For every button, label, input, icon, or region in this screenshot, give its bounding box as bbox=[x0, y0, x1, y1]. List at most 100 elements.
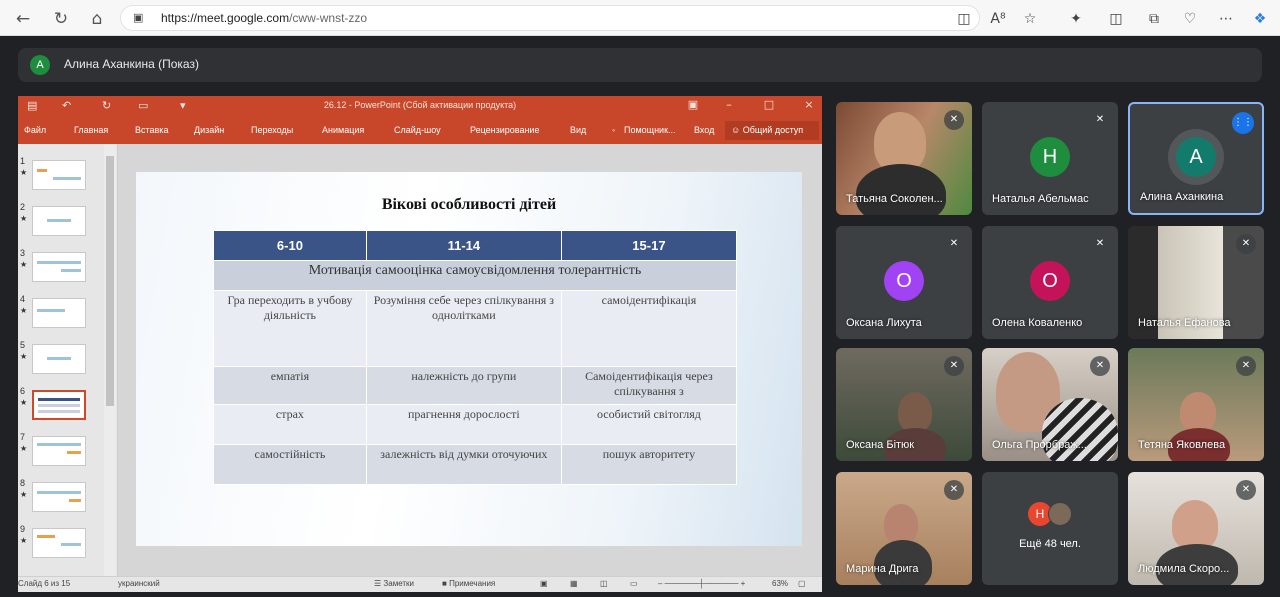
tab-signin[interactable]: Вход bbox=[694, 125, 714, 135]
more-icon[interactable]: ⋯ bbox=[1216, 9, 1236, 29]
ppt-ribbon: Файл Главная Вставка Дизайн Переходы Ани… bbox=[18, 118, 822, 144]
share-label: Общий доступ bbox=[742, 125, 804, 135]
participant-tile[interactable]: ✕ О Оксана Лихута bbox=[836, 226, 972, 339]
slide-thumbnail[interactable] bbox=[32, 206, 86, 236]
slide-thumbnail-active[interactable] bbox=[32, 390, 86, 420]
table-cell: належність до групи bbox=[365, 366, 562, 405]
reading-view-icon[interactable]: ◫ bbox=[600, 579, 608, 588]
powerpoint-window: ▤ ↶ ↻ ▭ ▾ 26.12 - PowerPoint (Сбой актив… bbox=[18, 96, 822, 592]
participant-tile[interactable]: ✕ Наталья Ефанова bbox=[1128, 226, 1264, 339]
fit-to-window-icon[interactable]: ▢ bbox=[798, 579, 806, 588]
current-slide[interactable]: Вікові особливості дітей 6-10 11-14 15-1… bbox=[136, 172, 802, 546]
sorter-view-icon[interactable]: ▦ bbox=[570, 579, 578, 588]
zoom-slider[interactable]: – ──────┼────── + bbox=[658, 579, 745, 588]
participant-name: Ольга Прорбраж... bbox=[992, 439, 1087, 451]
slide-thumbnail[interactable] bbox=[32, 252, 86, 282]
home-icon[interactable]: ⌂ bbox=[86, 8, 108, 30]
collections-icon[interactable]: ⧉ bbox=[1144, 9, 1164, 29]
tab-assistant[interactable]: Помощник... bbox=[624, 125, 676, 135]
participant-tile[interactable]: ✕ Татьяна Соколен... bbox=[836, 102, 972, 215]
table-header: 15-17 bbox=[560, 230, 738, 261]
minimize-icon[interactable]: – bbox=[720, 98, 738, 111]
more-participants-label: Ещё 48 чел. bbox=[1019, 538, 1081, 550]
meet-area: А Алина Аханкина (Показ) ▤ ↶ ↻ ▭ ▾ 26.12… bbox=[0, 36, 1280, 597]
table-cell: прагнення дорослості bbox=[365, 404, 562, 445]
tab-home[interactable]: Главная bbox=[74, 125, 108, 135]
ppt-status-bar: Слайд 6 из 15 украинский ☰ Заметки ■ При… bbox=[18, 576, 822, 592]
participant-tile[interactable]: ✕ Ольга Прорбраж... bbox=[982, 348, 1118, 461]
participant-tile[interactable]: ✕ Людмила Скоро... bbox=[1128, 472, 1264, 585]
performance-icon[interactable]: ♡ bbox=[1180, 9, 1200, 29]
language-status[interactable]: украинский bbox=[118, 579, 160, 588]
refresh-icon[interactable]: ↻ bbox=[50, 8, 72, 30]
participant-avatar: О bbox=[884, 261, 924, 301]
participant-avatar: А bbox=[1176, 137, 1216, 177]
slide-thumbnail[interactable] bbox=[32, 482, 86, 512]
split-icon[interactable]: ◫ bbox=[1106, 9, 1126, 29]
participant-tile-speaking[interactable]: А ⋮⋮ Алина Аханкина bbox=[1128, 102, 1264, 215]
thumbnail-pane: 1 ★ 2 ★ 3 ★ 4 ★ 5 ★ 6 ★ 7 ★ 8 ★ 9 ★ bbox=[18, 144, 118, 576]
table-cell: страх bbox=[213, 404, 367, 445]
favorite-icon[interactable]: ☆ bbox=[1020, 9, 1040, 29]
more-participants-avatars: Н bbox=[1028, 502, 1074, 526]
read-aloud-icon[interactable]: A⁸ bbox=[988, 9, 1008, 29]
extensions-icon[interactable]: ✦ bbox=[1066, 9, 1086, 29]
camera-icon[interactable]: ◫ bbox=[954, 9, 974, 29]
participant-tile[interactable]: ✕ О Олена Коваленко bbox=[982, 226, 1118, 339]
participant-avatar: О bbox=[1030, 261, 1070, 301]
slide-thumbnail[interactable] bbox=[32, 528, 86, 558]
participant-tile[interactable]: ✕ Тетяна Яковлева bbox=[1128, 348, 1264, 461]
participant-name: Оксана Бітюк bbox=[846, 439, 915, 451]
slide-thumbnail[interactable] bbox=[32, 344, 86, 374]
mic-off-icon: ✕ bbox=[1236, 480, 1256, 500]
mic-off-icon: ✕ bbox=[944, 480, 964, 500]
address-bar[interactable]: ▣ https://meet.google.com/cww-wnst-zzo bbox=[120, 5, 980, 31]
participant-avatar: Н bbox=[1030, 137, 1070, 177]
table-span-row: Мотивація самооцінка самоусвідомлення то… bbox=[213, 260, 737, 291]
participant-tile[interactable]: ✕ Н Наталья Абельмас bbox=[982, 102, 1118, 215]
maximize-icon[interactable]: □ bbox=[760, 98, 778, 111]
back-icon[interactable]: ← bbox=[12, 8, 34, 30]
tab-transitions[interactable]: Переходы bbox=[251, 125, 293, 135]
tab-insert[interactable]: Вставка bbox=[135, 125, 168, 135]
lightbulb-icon[interactable]: ◦ bbox=[612, 125, 615, 135]
mic-off-icon: ✕ bbox=[1090, 110, 1110, 130]
slide-table: 6-10 11-14 15-17 Мотивація самооцінка са… bbox=[213, 230, 738, 485]
comments-button[interactable]: ■ Примечания bbox=[442, 579, 495, 588]
table-header: 6-10 bbox=[213, 230, 367, 261]
mic-off-icon: ✕ bbox=[944, 356, 964, 376]
close-icon[interactable]: × bbox=[800, 98, 818, 111]
more-participants-tile[interactable]: Н Ещё 48 чел. bbox=[982, 472, 1118, 585]
tab-design[interactable]: Дизайн bbox=[194, 125, 224, 135]
tab-review[interactable]: Рецензирование bbox=[470, 125, 540, 135]
lock-icon[interactable]: ▣ bbox=[133, 11, 147, 25]
participant-name: Алина Аханкина bbox=[1140, 191, 1224, 203]
copilot-icon[interactable]: ❖ bbox=[1250, 9, 1270, 29]
participant-name: Тетяна Яковлева bbox=[1138, 439, 1226, 451]
thumb-number: 9 bbox=[20, 524, 26, 534]
thumbnail-scroll-thumb[interactable] bbox=[106, 156, 114, 406]
notes-button[interactable]: ☰ Заметки bbox=[374, 579, 414, 588]
participant-name: Оксана Лихута bbox=[846, 317, 922, 329]
tab-file[interactable]: Файл bbox=[24, 125, 46, 135]
presenter-name: Алина Аханкина (Показ) bbox=[64, 57, 199, 71]
table-cell: Гра переходить в учбову діяльність bbox=[213, 290, 367, 367]
zoom-level[interactable]: 63% bbox=[772, 579, 788, 588]
slide-thumbnail[interactable] bbox=[32, 160, 86, 190]
tab-slideshow[interactable]: Слайд-шоу bbox=[394, 125, 441, 135]
url-text[interactable]: https://meet.google.com/cww-wnst-zzo bbox=[161, 11, 367, 25]
normal-view-icon[interactable]: ▣ bbox=[540, 579, 548, 588]
participant-tile[interactable]: ✕ Оксана Бітюк bbox=[836, 348, 972, 461]
comments-icon: ■ bbox=[442, 579, 450, 588]
participant-tile[interactable]: ✕ Марина Дрига bbox=[836, 472, 972, 585]
tab-animation[interactable]: Анимация bbox=[322, 125, 364, 135]
slide-thumbnail[interactable] bbox=[32, 436, 86, 466]
thumb-number: 6 bbox=[20, 386, 26, 396]
slide-thumbnail[interactable] bbox=[32, 298, 86, 328]
ribbon-options-icon[interactable]: ▣ bbox=[684, 98, 702, 111]
table-cell: пошук авторитету bbox=[560, 444, 738, 485]
share-button[interactable]: ☺ Общий доступ bbox=[725, 121, 819, 140]
slide-info: Слайд 6 из 15 bbox=[18, 579, 71, 588]
tab-view[interactable]: Вид bbox=[570, 125, 586, 135]
slideshow-view-icon[interactable]: ▭ bbox=[630, 579, 638, 588]
